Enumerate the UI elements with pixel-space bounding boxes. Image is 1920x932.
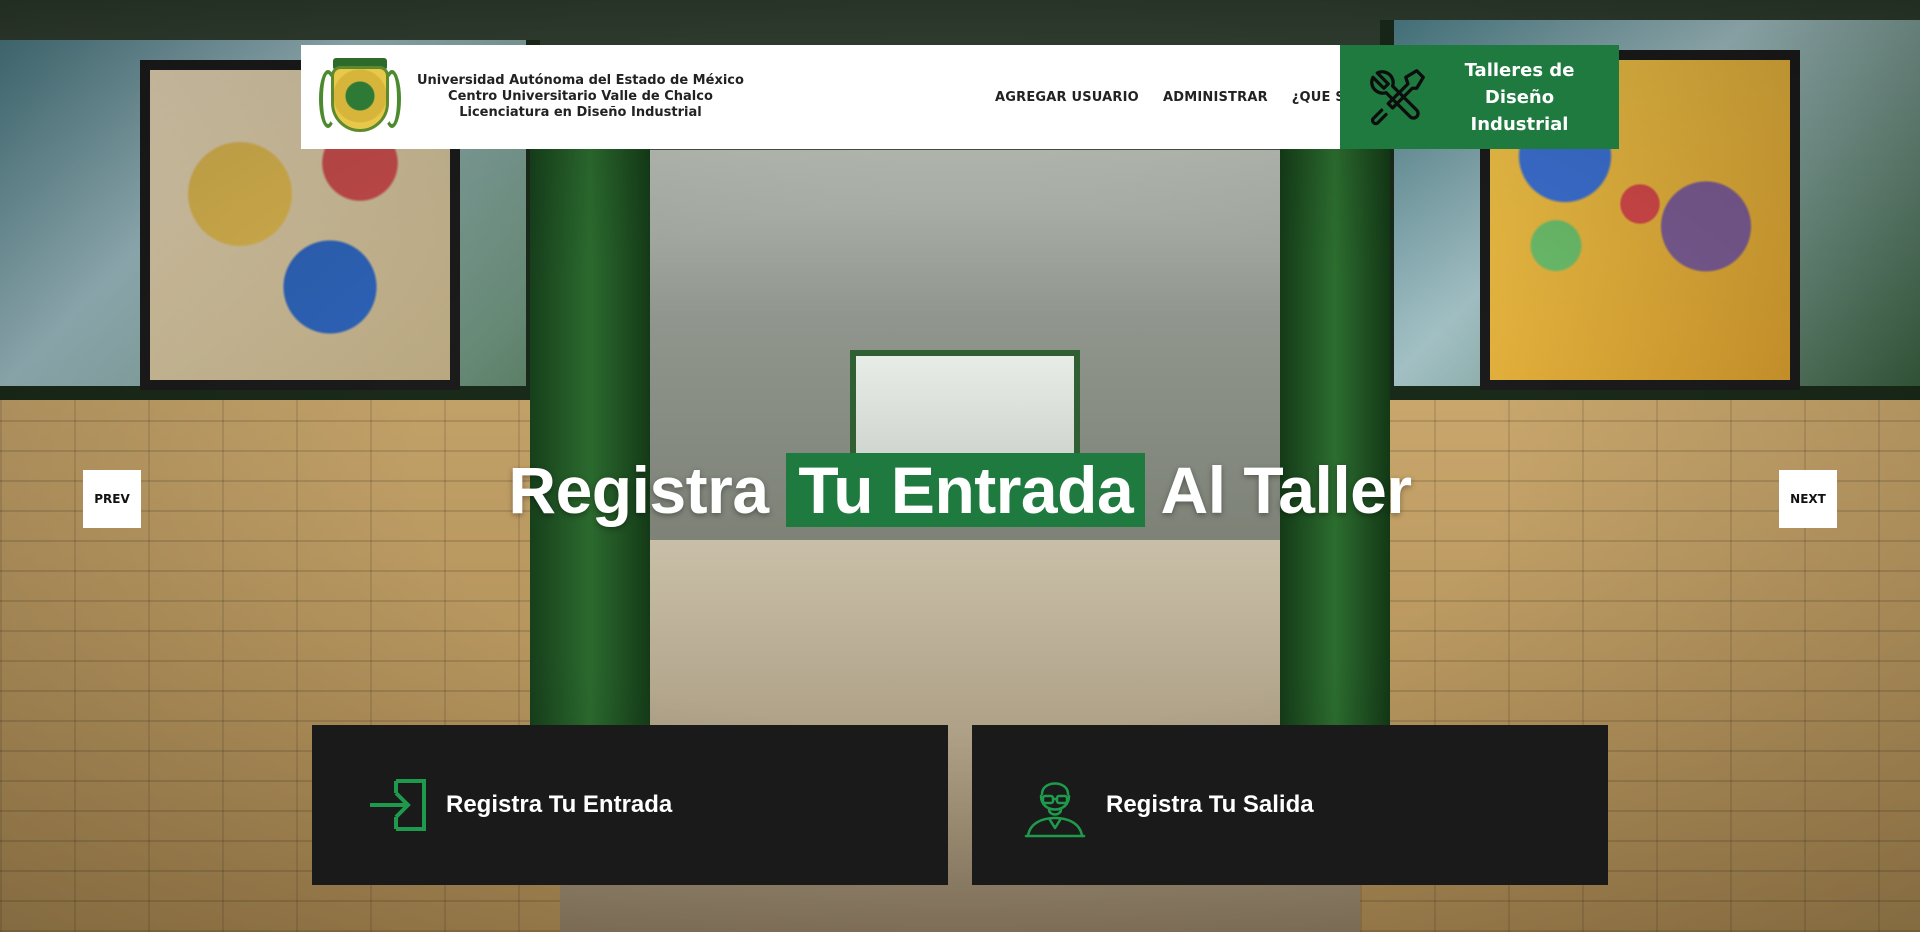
register-exit-card[interactable]: Registra Tu Salida xyxy=(972,725,1608,885)
brand-line-campus: Centro Universitario Valle de Chalco xyxy=(448,89,713,104)
brand-line-program: Licenciatura en Diseño Industrial xyxy=(459,105,702,120)
talleres-badge[interactable]: Talleres de Diseño Industrial xyxy=(1340,45,1619,149)
register-exit-label: Registra Tu Salida xyxy=(1106,791,1314,818)
hero-text-highlight: Tu Entrada xyxy=(786,453,1146,527)
register-entry-label: Registra Tu Entrada xyxy=(446,791,673,818)
brand-text: Universidad Autónoma del Estado de Méxic… xyxy=(417,73,744,121)
hero-text-after: Al Taller xyxy=(1145,453,1413,527)
brand-line-university: Universidad Autónoma del Estado de Méxic… xyxy=(417,73,744,88)
brand[interactable]: Universidad Autónoma del Estado de Méxic… xyxy=(301,45,901,149)
top-header: Universidad Autónoma del Estado de Méxic… xyxy=(301,45,1619,149)
university-crest-logo xyxy=(315,56,405,138)
nav-agregar-usuario[interactable]: AGREGAR USUARIO xyxy=(995,90,1139,105)
badge-text: Talleres de Diseño Industrial xyxy=(1432,57,1607,138)
nav-administrar[interactable]: ADMINISTRAR xyxy=(1163,90,1268,105)
badge-line-2: Industrial xyxy=(1470,113,1569,135)
badge-line-1: Talleres de Diseño xyxy=(1464,59,1575,108)
hero-headline: Registra Tu Entrada Al Taller xyxy=(0,449,1920,531)
hero-text-before: Registra xyxy=(508,453,787,527)
tools-icon xyxy=(1370,69,1425,126)
user-avatar-icon xyxy=(1024,782,1086,838)
register-entry-card[interactable]: Registra Tu Entrada xyxy=(312,725,948,885)
main-nav: AGREGAR USUARIO ADMINISTRAR ¿QUE SOMOS? xyxy=(901,45,1398,149)
login-icon xyxy=(370,779,426,831)
